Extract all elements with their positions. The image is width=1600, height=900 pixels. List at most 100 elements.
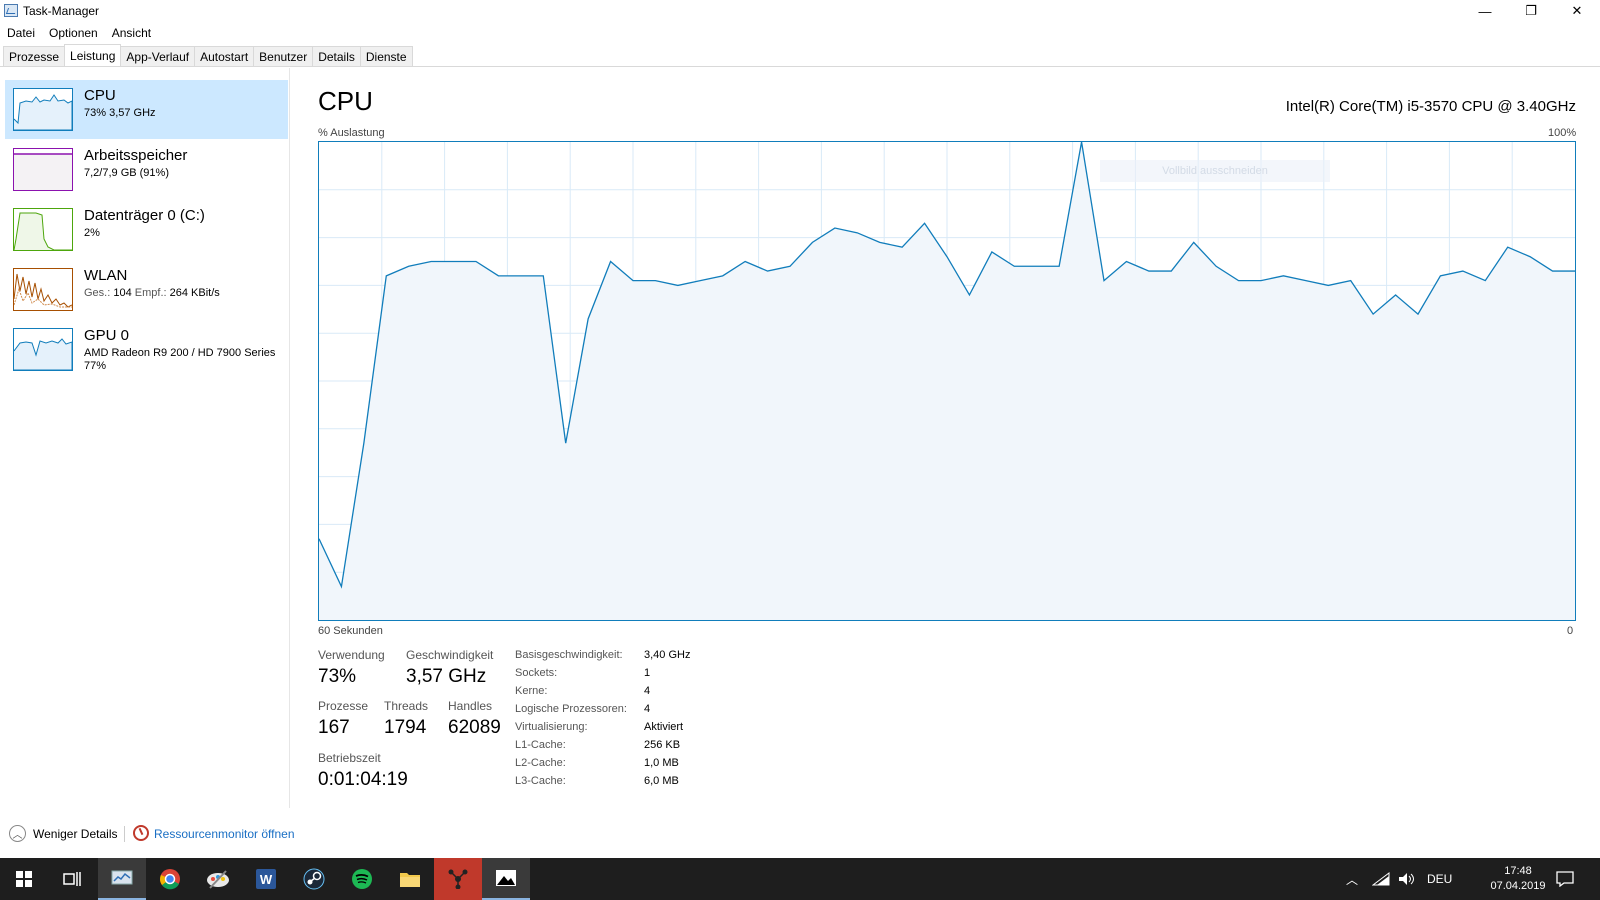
paint-icon[interactable] — [194, 858, 242, 900]
close-button[interactable]: ✕ — [1554, 0, 1600, 22]
sidebar-disk-detail: 2% — [84, 227, 100, 239]
uptime-label: Betriebszeit — [318, 751, 381, 765]
task-view-icon[interactable] — [48, 858, 96, 900]
menu-bar: Datei Optionen Ansicht — [0, 23, 158, 43]
wlan-receive-label: Empf.: — [134, 287, 167, 299]
disk-thumbnail-graph — [13, 208, 73, 251]
threads-label: Threads — [384, 699, 429, 713]
info-val-logical: 4 — [644, 703, 651, 715]
info-key-base-speed: Basisgeschwindigkeit: — [515, 649, 623, 661]
cpu-model-name: Intel(R) Core(TM) i5-3570 CPU @ 3.40GHz — [1285, 98, 1576, 115]
info-val-cores: 4 — [644, 685, 651, 697]
sidebar-wlan-detail: Ges.: 104 Empf.: 264 KBit/s — [84, 287, 220, 300]
sidebar-gpu-detail: AMD Radeon R9 200 / HD 7900 Series 77% — [84, 347, 275, 373]
graph-y-label: % Auslastung — [318, 127, 385, 139]
window-title: Task-Manager — [23, 4, 100, 18]
clock-time: 17:48 — [1504, 865, 1532, 877]
menu-optionen[interactable]: Optionen — [42, 23, 105, 43]
wifi-icon[interactable] — [1372, 858, 1390, 900]
chevron-up-icon[interactable]: ︿ — [9, 825, 26, 842]
taskbar: W ︿ DEU 17:48 07.04.2019 — [0, 858, 1600, 900]
language-indicator[interactable]: DEU — [1427, 858, 1452, 900]
task-manager-icon — [4, 4, 18, 17]
info-val-l3: 6,0 MB — [644, 775, 679, 787]
resource-monitor-icon — [133, 825, 149, 841]
info-val-sockets: 1 — [644, 667, 651, 679]
sidebar-memory-detail: 7,2/7,9 GB (91%) — [84, 167, 169, 179]
gpu-usage: 77% — [84, 360, 107, 372]
info-key-logical: Logische Prozessoren: — [515, 703, 627, 715]
fewer-details-link[interactable]: Weniger Details — [33, 827, 117, 841]
sidebar-item-disk[interactable]: Datenträger 0 (C:) 2% — [5, 200, 288, 259]
handles-label: Handles — [448, 699, 493, 713]
app-red-icon[interactable] — [434, 858, 482, 900]
processes-label: Prozesse — [318, 699, 369, 713]
task-manager-window: Task-Manager — ❐ ✕ Datei Optionen Ansich… — [0, 0, 1600, 858]
threads-value: 1794 — [384, 717, 427, 738]
sidebar-disk-name: Datenträger 0 (C:) — [84, 207, 205, 224]
info-key-l1: L1-Cache: — [515, 739, 566, 751]
menu-datei[interactable]: Datei — [0, 23, 42, 43]
volume-icon[interactable] — [1398, 858, 1416, 900]
handles-value: 62089 — [448, 717, 501, 738]
tab-autostart[interactable]: Autostart — [194, 46, 255, 66]
wlan-send-label: Ges.: — [84, 287, 111, 299]
sidebar-cpu-name: CPU — [84, 87, 116, 104]
processes-value: 167 — [318, 717, 350, 738]
wlan-thumbnail-graph — [13, 268, 73, 311]
sidebar-item-gpu[interactable]: GPU 0 AMD Radeon R9 200 / HD 7900 Series… — [5, 320, 288, 379]
usage-label: Verwendung — [318, 648, 385, 662]
memory-thumbnail-graph — [13, 148, 73, 191]
sidebar-cpu-detail: 73% 3,57 GHz — [84, 107, 156, 119]
menu-ansicht[interactable]: Ansicht — [105, 23, 158, 43]
sidebar-item-memory[interactable]: Arbeitsspeicher 7,2/7,9 GB (91%) — [5, 140, 288, 199]
minimize-button[interactable]: — — [1462, 0, 1508, 22]
word-icon[interactable]: W — [242, 858, 290, 900]
speed-label: Geschwindigkeit — [406, 648, 494, 662]
speed-value: 3,57 GHz — [406, 666, 487, 687]
wlan-receive-value: 264 KBit/s — [169, 287, 220, 299]
cpu-usage-chart-svg — [319, 142, 1575, 620]
photos-icon[interactable] — [482, 858, 530, 900]
tab-leistung[interactable]: Leistung — [64, 44, 122, 66]
spotify-icon[interactable] — [338, 858, 386, 900]
gpu-thumbnail-graph — [13, 328, 73, 371]
file-explorer-icon[interactable] — [386, 858, 434, 900]
footer: ︿ Weniger Details Ressourcenmonitor öffn… — [0, 818, 1600, 854]
graph-y-max-label: 100% — [1548, 127, 1577, 139]
info-key-l2: L2-Cache: — [515, 757, 566, 769]
wlan-send-value: 104 — [113, 287, 132, 299]
windows-start-icon[interactable] — [0, 858, 48, 900]
uptime-value: 0:01:04:19 — [318, 769, 408, 790]
task-manager-taskbar-icon[interactable] — [98, 858, 146, 900]
gpu-model: AMD Radeon R9 200 / HD 7900 Series — [84, 347, 276, 359]
tab-prozesse[interactable]: Prozesse — [3, 46, 66, 66]
restore-button[interactable]: ❐ — [1508, 0, 1554, 22]
sidebar-wlan-name: WLAN — [84, 267, 128, 284]
info-val-l2: 1,0 MB — [644, 757, 679, 769]
sidebar-gpu-name: GPU 0 — [84, 327, 130, 344]
show-hidden-icons-icon[interactable]: ︿ — [1346, 858, 1358, 900]
info-key-l3: L3-Cache: — [515, 775, 566, 787]
title-bar: Task-Manager — ❐ ✕ — [0, 0, 1600, 22]
footer-separator — [124, 826, 125, 842]
info-key-sockets: Sockets: — [515, 667, 558, 679]
system-clock[interactable]: 17:48 07.04.2019 — [1487, 864, 1549, 894]
cpu-thumbnail-graph — [13, 88, 73, 131]
tab-bar: Prozesse Leistung App-Verlauf Autostart … — [0, 44, 1600, 67]
tab-dienste[interactable]: Dienste — [359, 46, 413, 66]
cpu-usage-graph — [318, 141, 1576, 621]
open-resource-monitor-link[interactable]: Ressourcenmonitor öffnen — [154, 827, 295, 841]
sidebar-item-cpu[interactable]: CPU 73% 3,57 GHz — [5, 80, 288, 139]
info-key-cores: Kerne: — [515, 685, 548, 697]
steam-icon[interactable] — [290, 858, 338, 900]
chrome-icon[interactable] — [146, 858, 194, 900]
tab-benutzer[interactable]: Benutzer — [253, 46, 314, 66]
tab-details[interactable]: Details — [312, 46, 361, 66]
sidebar-item-wlan[interactable]: WLAN Ges.: 104 Empf.: 264 KBit/s — [5, 260, 288, 319]
snip-overlay: Vollbild ausschneiden — [1100, 160, 1330, 182]
action-center-icon[interactable] — [1556, 858, 1574, 900]
tab-app-verlauf[interactable]: App-Verlauf — [120, 46, 196, 66]
clock-date: 07.04.2019 — [1490, 880, 1546, 892]
info-val-virtualization: Aktiviert — [644, 721, 684, 733]
